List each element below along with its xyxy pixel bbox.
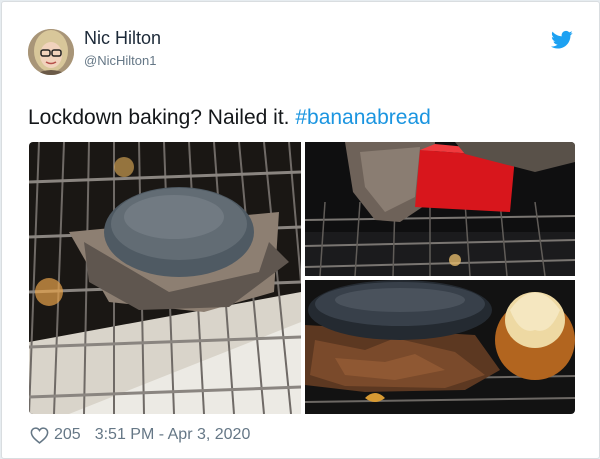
tweet-card: Nic Hilton @NicHilton1 Lockdown baking? … [1,1,600,459]
tweet-text-body: Lockdown baking? Nailed it. [28,106,296,129]
heart-icon[interactable] [30,426,49,444]
author-name[interactable]: Nic Hilton [84,28,161,49]
photo-2[interactable] [305,142,575,276]
tweet-text: Lockdown baking? Nailed it. #bananabread [28,106,431,130]
photo-1[interactable] [29,142,301,414]
red-box-oven-image [305,142,575,276]
author-handle[interactable]: @NicHilton1 [84,53,156,68]
avatar[interactable] [28,29,74,75]
hashtag-link[interactable]: #bananabread [295,106,430,129]
like-count[interactable]: 205 [54,426,81,444]
avatar-image [28,29,74,75]
twitter-bird-icon[interactable] [551,30,573,50]
timestamp[interactable]: 3:51 PM - Apr 3, 2020 [95,426,251,444]
burnt-bread-rack-image [29,142,301,414]
loaf-and-batter-image [305,280,575,414]
tweet-footer: 205 3:51 PM - Apr 3, 2020 [30,426,250,444]
photo-3[interactable] [305,280,575,414]
